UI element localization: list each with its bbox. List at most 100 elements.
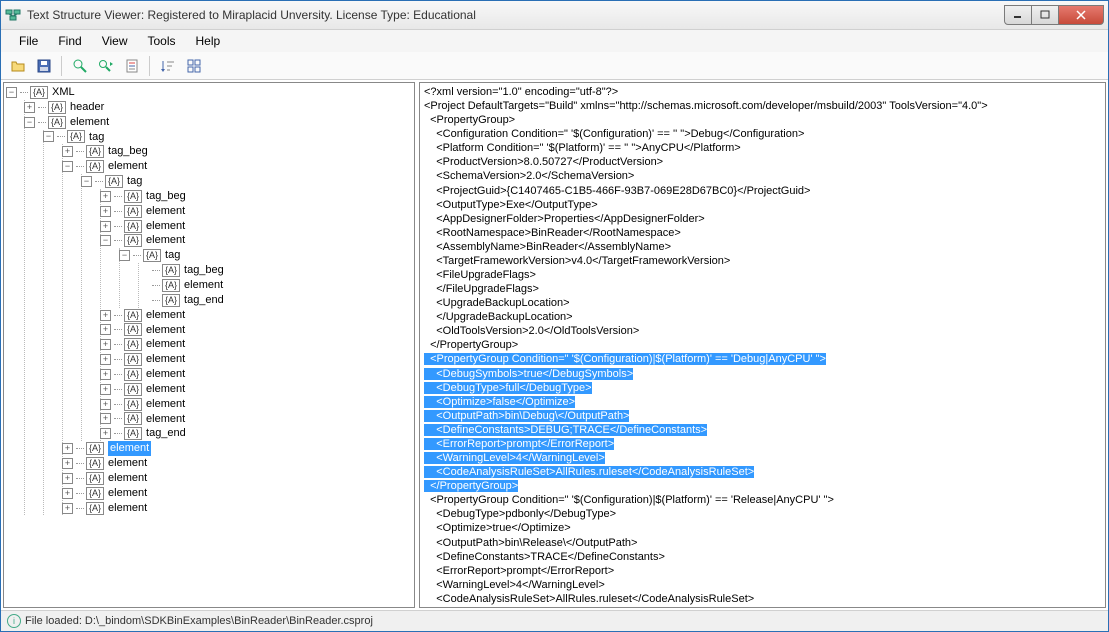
tree-node-label[interactable]: element (146, 352, 185, 367)
code-line[interactable]: <DebugType>pdbonly</DebugType> (424, 507, 1101, 521)
code-line-highlighted[interactable]: <DebugSymbols>true</DebugSymbols> (424, 367, 1101, 381)
maximize-button[interactable] (1031, 5, 1059, 25)
find-button[interactable] (69, 55, 91, 77)
code-line[interactable]: <PropertyGroup Condition=" '$(Configurat… (424, 493, 1101, 507)
code-line[interactable]: <OutputPath>bin\Release\</OutputPath> (424, 536, 1101, 550)
expand-icon[interactable]: + (62, 503, 73, 514)
code-line[interactable]: <SchemaVersion>2.0</SchemaVersion> (424, 169, 1101, 183)
expand-icon[interactable]: + (62, 443, 73, 454)
collapse-icon[interactable]: − (119, 250, 130, 261)
code-line[interactable]: </UpgradeBackupLocation> (424, 310, 1101, 324)
code-line-highlighted[interactable]: </PropertyGroup> (424, 479, 1101, 493)
tree-node-label[interactable]: element (146, 337, 185, 352)
code-line[interactable]: <ProjectGuid>{C1407465-C1B5-466F-93B7-06… (424, 184, 1101, 198)
expand-icon[interactable]: + (62, 473, 73, 484)
expand-icon[interactable]: + (100, 206, 111, 217)
menu-tools[interactable]: Tools (137, 32, 185, 50)
tree-node-label[interactable]: element (108, 441, 151, 456)
code-line-highlighted[interactable]: <DefineConstants>DEBUG;TRACE</DefineCons… (424, 423, 1101, 437)
code-line-highlighted[interactable]: <PropertyGroup Condition=" '$(Configurat… (424, 352, 1101, 366)
tree-node-label[interactable]: element (184, 278, 223, 293)
expand-icon[interactable]: + (62, 488, 73, 499)
tree-node-label[interactable]: XML (52, 85, 75, 100)
code-line[interactable]: <FileUpgradeFlags> (424, 268, 1101, 282)
code-line[interactable]: <WarningLevel>4</WarningLevel> (424, 578, 1101, 592)
tree-node-label[interactable]: element (108, 501, 147, 516)
expand-icon[interactable]: + (62, 458, 73, 469)
code-line[interactable]: <AssemblyName>BinReader</AssemblyName> (424, 240, 1101, 254)
collapse-icon[interactable]: − (100, 235, 111, 246)
code-line[interactable]: <Platform Condition=" '$(Platform)' == '… (424, 141, 1101, 155)
code-line[interactable]: <OldToolsVersion>2.0</OldToolsVersion> (424, 324, 1101, 338)
tree-node-label[interactable]: element (108, 471, 147, 486)
collapse-icon[interactable]: − (24, 117, 35, 128)
code-line[interactable]: <AppDesignerFolder>Properties</AppDesign… (424, 212, 1101, 226)
code-line[interactable]: </PropertyGroup> (424, 338, 1101, 352)
tree-node-label[interactable]: tag (127, 174, 142, 189)
code-line-highlighted[interactable]: <Optimize>false</Optimize> (424, 395, 1101, 409)
code-line-highlighted[interactable]: <CodeAnalysisRuleSet>AllRules.ruleset</C… (424, 465, 1101, 479)
code-line[interactable]: <Optimize>true</Optimize> (424, 521, 1101, 535)
tree-node-label[interactable]: tag_beg (184, 263, 224, 278)
code-line[interactable]: <UpgradeBackupLocation> (424, 296, 1101, 310)
minimize-button[interactable] (1004, 5, 1032, 25)
tree-node-label[interactable]: element (108, 456, 147, 471)
tree-node-label[interactable]: tag_end (184, 293, 224, 308)
tree-node-label[interactable]: element (70, 115, 109, 130)
expand-icon[interactable]: + (100, 310, 111, 321)
code-panel[interactable]: <?xml version="1.0" encoding="utf-8"?> <P… (419, 82, 1106, 608)
tree-node-label[interactable]: element (146, 412, 185, 427)
collapse-icon[interactable]: − (62, 161, 73, 172)
menu-file[interactable]: File (9, 32, 48, 50)
tree-node-label[interactable]: tag (89, 130, 104, 145)
expand-icon[interactable]: + (100, 369, 111, 380)
tree-node-label[interactable]: element (108, 159, 147, 174)
expand-icon[interactable]: + (100, 413, 111, 424)
expand-button[interactable] (183, 55, 205, 77)
code-line[interactable]: <RootNamespace>BinReader</RootNamespace> (424, 226, 1101, 240)
code-line-highlighted[interactable]: <OutputPath>bin\Debug\</OutputPath> (424, 409, 1101, 423)
expand-icon[interactable]: + (100, 399, 111, 410)
expand-icon[interactable]: + (100, 191, 111, 202)
tree-node-label[interactable]: element (146, 397, 185, 412)
tree-node-label[interactable]: tag_beg (108, 144, 148, 159)
code-line[interactable]: <ProductVersion>8.0.50727</ProductVersio… (424, 155, 1101, 169)
code-line[interactable]: </PropertyGroup> (424, 606, 1101, 608)
tree-node-label[interactable]: element (146, 219, 185, 234)
find-next-button[interactable] (95, 55, 117, 77)
code-line[interactable]: <DefineConstants>TRACE</DefineConstants> (424, 550, 1101, 564)
save-button[interactable] (33, 55, 55, 77)
expand-icon[interactable]: + (100, 221, 111, 232)
expand-icon[interactable]: + (100, 324, 111, 335)
close-button[interactable] (1058, 5, 1104, 25)
tree-panel[interactable]: −{A}XML+{A}header−{A}element−{A}tag+{A}t… (3, 82, 415, 608)
expand-icon[interactable]: + (100, 354, 111, 365)
expand-icon[interactable]: + (100, 428, 111, 439)
tree-node-label[interactable]: element (146, 367, 185, 382)
tree-node-label[interactable]: header (70, 100, 104, 115)
menu-view[interactable]: View (92, 32, 138, 50)
tree-node-label[interactable]: element (108, 486, 147, 501)
tree-node-label[interactable]: element (146, 233, 185, 248)
code-line-highlighted[interactable]: <WarningLevel>4</WarningLevel> (424, 451, 1101, 465)
code-line[interactable]: <TargetFrameworkVersion>v4.0</TargetFram… (424, 254, 1101, 268)
tree-node-label[interactable]: tag_end (146, 426, 186, 441)
tree-node-label[interactable]: element (146, 323, 185, 338)
menu-help[interactable]: Help (186, 32, 231, 50)
tree-node-label[interactable]: element (146, 382, 185, 397)
expand-icon[interactable]: + (100, 339, 111, 350)
tree-node-label[interactable]: tag_beg (146, 189, 186, 204)
tree-node-label[interactable]: tag (165, 248, 180, 263)
tree-node-label[interactable]: element (146, 204, 185, 219)
collapse-icon[interactable]: − (81, 176, 92, 187)
code-line[interactable]: <OutputType>Exe</OutputType> (424, 198, 1101, 212)
document-button[interactable] (121, 55, 143, 77)
menu-find[interactable]: Find (48, 32, 91, 50)
code-line[interactable]: <?xml version="1.0" encoding="utf-8"?> (424, 85, 1101, 99)
sort-button[interactable] (157, 55, 179, 77)
code-line[interactable]: </FileUpgradeFlags> (424, 282, 1101, 296)
expand-icon[interactable]: + (24, 102, 35, 113)
collapse-icon[interactable]: − (6, 87, 17, 98)
expand-icon[interactable]: + (100, 384, 111, 395)
code-line[interactable]: <CodeAnalysisRuleSet>AllRules.ruleset</C… (424, 592, 1101, 606)
